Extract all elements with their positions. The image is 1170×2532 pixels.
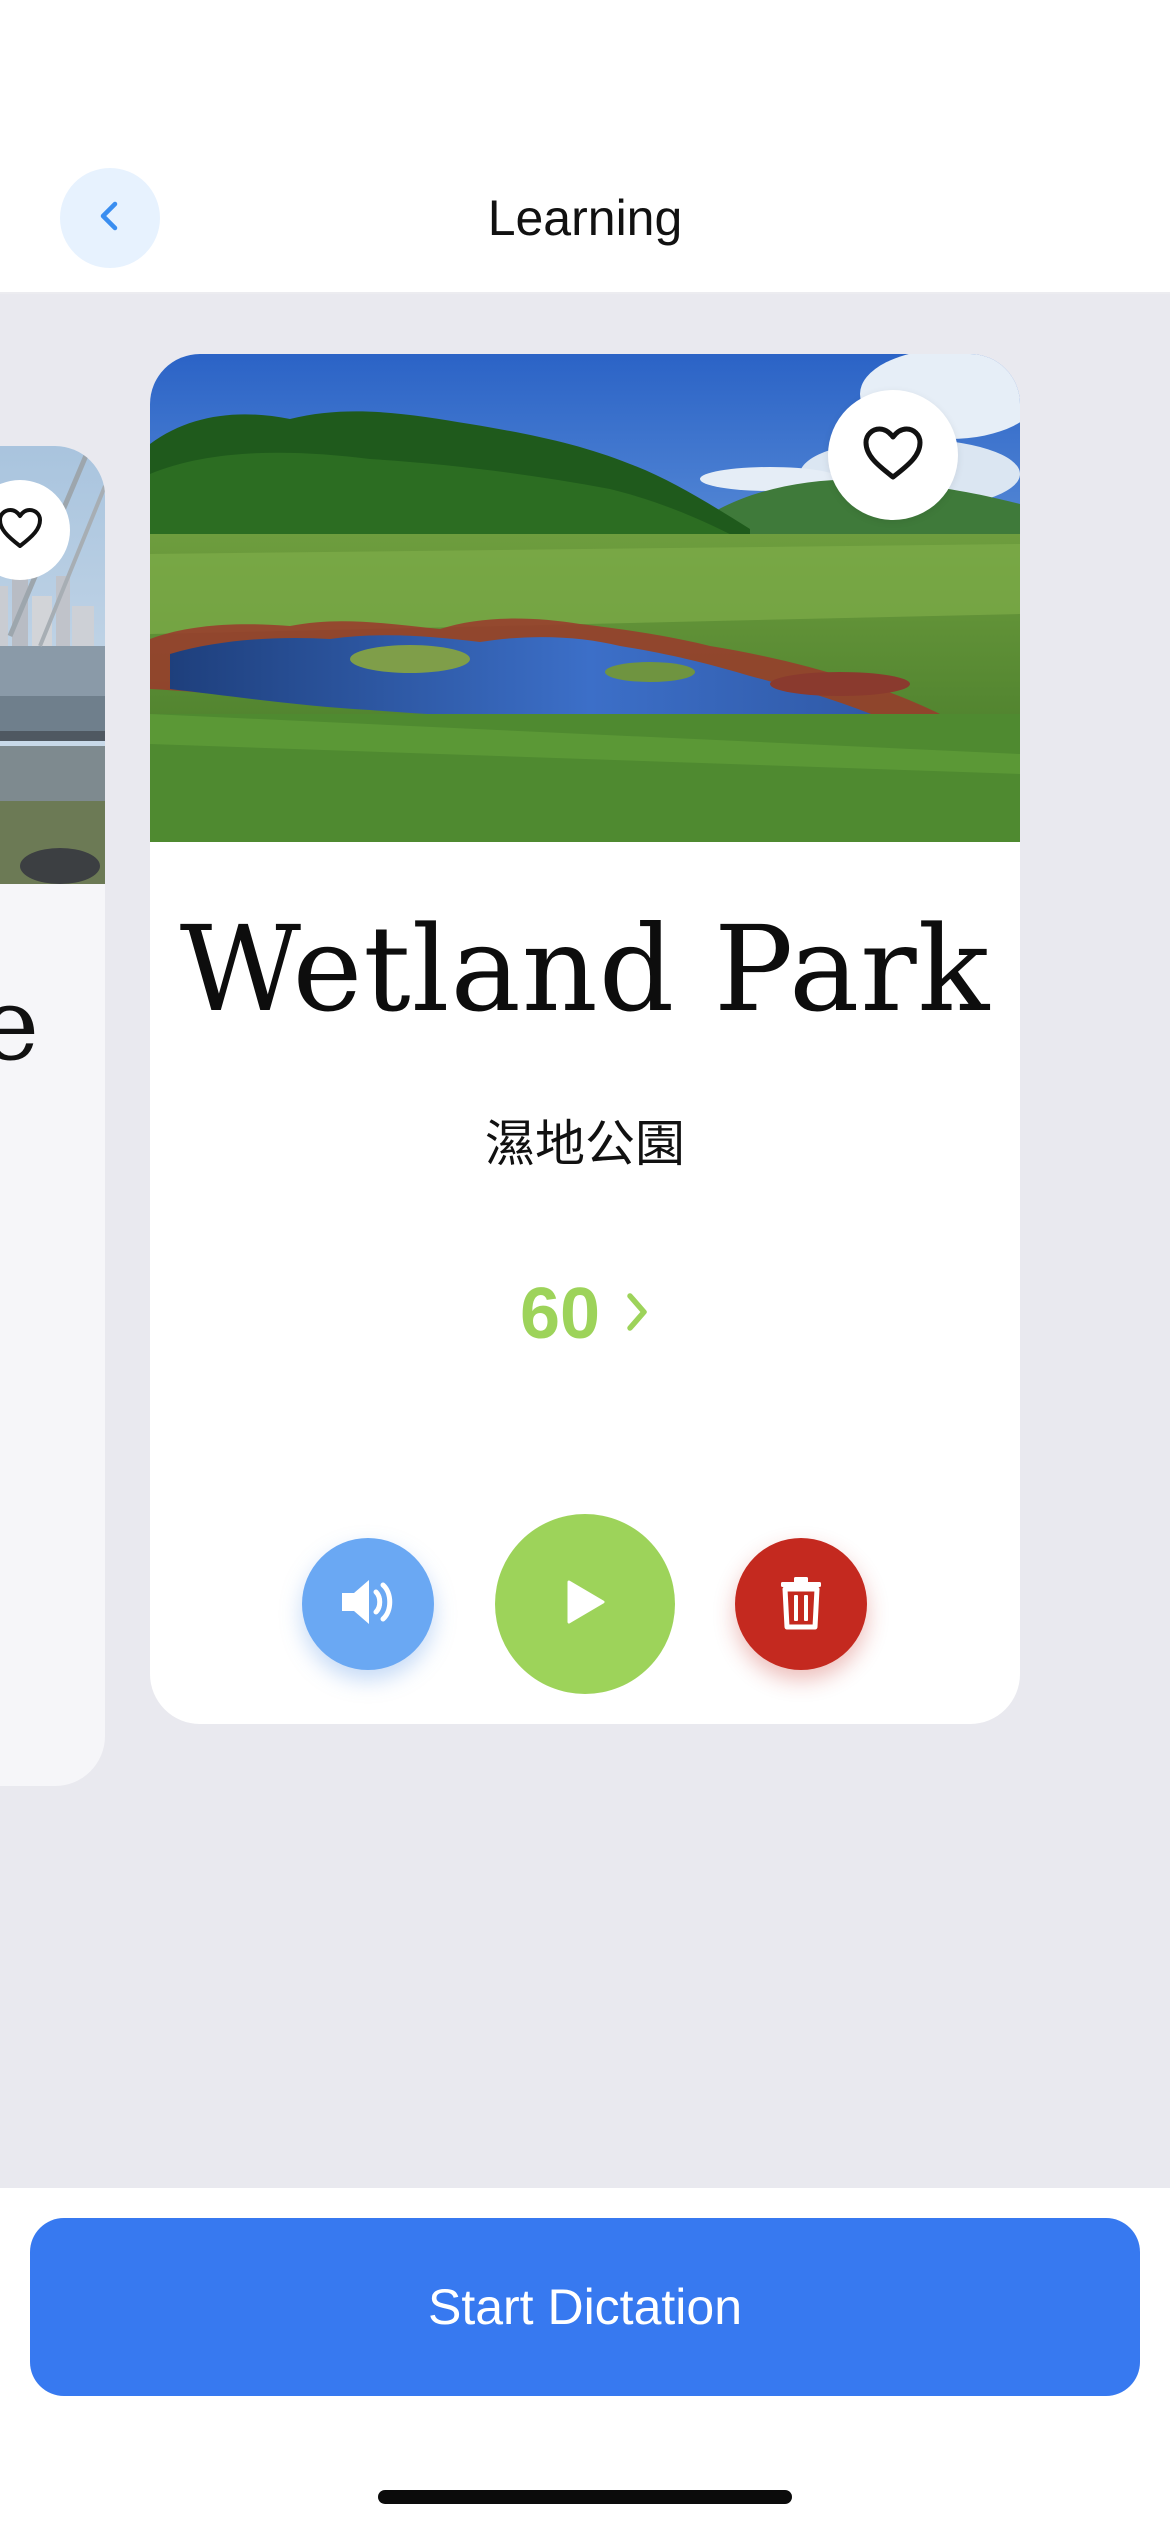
- score-value: 60: [519, 1274, 601, 1354]
- speaker-button[interactable]: [302, 1538, 434, 1670]
- word-translation: 濕地公園: [485, 1116, 685, 1172]
- screen: Learning e Wetland Park 濕地公園 60 Start Di…: [0, 0, 1170, 2532]
- page-title: Learning: [487, 190, 683, 246]
- nav-header: Learning: [0, 0, 1170, 294]
- bottom-bar: Start Dictation: [0, 2188, 1170, 2532]
- word-title: Wetland Park: [179, 900, 991, 1038]
- start-dictation-button[interactable]: Start Dictation: [30, 2218, 1140, 2396]
- card-carousel[interactable]: e Wetland Park 濕地公園 60: [0, 294, 1170, 2188]
- word-card: Wetland Park 濕地公園 60: [150, 354, 1020, 1724]
- play-icon: [563, 1578, 607, 1631]
- trash-icon: [777, 1574, 825, 1635]
- previous-word-card[interactable]: e: [0, 446, 105, 1786]
- chevron-right-icon: [624, 1290, 650, 1339]
- play-button[interactable]: [495, 1514, 675, 1694]
- heart-outline-icon: [862, 425, 924, 486]
- previous-card-word: e: [0, 966, 40, 1083]
- heart-outline-icon: [0, 507, 43, 554]
- delete-button[interactable]: [735, 1538, 867, 1670]
- speaker-icon: [338, 1574, 398, 1635]
- favorite-button[interactable]: [828, 390, 958, 520]
- home-indicator[interactable]: [378, 2490, 792, 2504]
- score-link[interactable]: 60: [150, 1274, 1020, 1354]
- card-controls: [150, 1514, 1020, 1694]
